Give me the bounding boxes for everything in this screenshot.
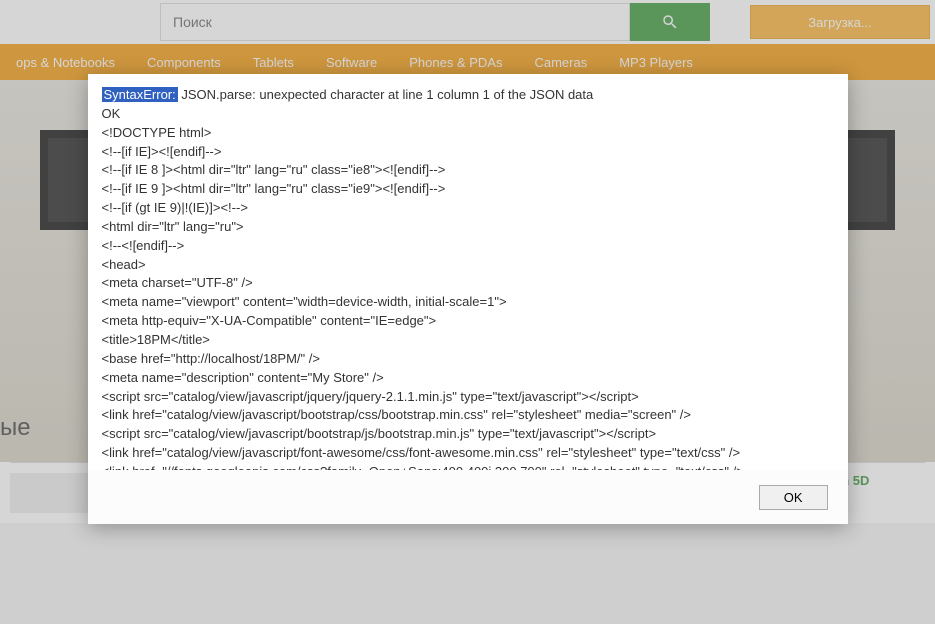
error-line: SyntaxError: JSON.parse: unexpected char…	[102, 86, 834, 105]
error-label: SyntaxError:	[102, 87, 178, 102]
code-line: <!--[if (gt IE 9)|!(IE)]><!-->	[102, 199, 834, 218]
code-line: <link href="catalog/view/javascript/boot…	[102, 406, 834, 425]
code-line: <meta name="description" content="My Sto…	[102, 369, 834, 388]
error-message: JSON.parse: unexpected character at line…	[178, 87, 594, 102]
code-line: <!DOCTYPE html>	[102, 124, 834, 143]
code-line: <link href="catalog/view/javascript/font…	[102, 444, 834, 463]
code-line: OK	[102, 105, 834, 124]
modal-overlay: SyntaxError: JSON.parse: unexpected char…	[0, 0, 935, 624]
error-dialog-body[interactable]: SyntaxError: JSON.parse: unexpected char…	[88, 74, 848, 470]
code-line: <!--<![endif]-->	[102, 237, 834, 256]
code-line: <script src="catalog/view/javascript/boo…	[102, 425, 834, 444]
code-line: <base href="http://localhost/18PM/" />	[102, 350, 834, 369]
code-line: <title>18PM</title>	[102, 331, 834, 350]
code-line: <meta charset="UTF-8" />	[102, 274, 834, 293]
code-line: <!--[if IE 9 ]><html dir="ltr" lang="ru"…	[102, 180, 834, 199]
code-line: <link href="//fonts.googleapis.com/css?f…	[102, 463, 834, 470]
code-line: <html dir="ltr" lang="ru">	[102, 218, 834, 237]
code-line: <head>	[102, 256, 834, 275]
code-line: <meta name="viewport" content="width=dev…	[102, 293, 834, 312]
code-line: <!--[if IE 8 ]><html dir="ltr" lang="ru"…	[102, 161, 834, 180]
code-line: <meta http-equiv="X-UA-Compatible" conte…	[102, 312, 834, 331]
error-dialog: SyntaxError: JSON.parse: unexpected char…	[88, 74, 848, 524]
code-line: <!--[if IE]><![endif]-->	[102, 143, 834, 162]
dialog-footer: OK	[88, 470, 848, 524]
code-line: <script src="catalog/view/javascript/jqu…	[102, 388, 834, 407]
ok-button[interactable]: OK	[759, 485, 828, 510]
